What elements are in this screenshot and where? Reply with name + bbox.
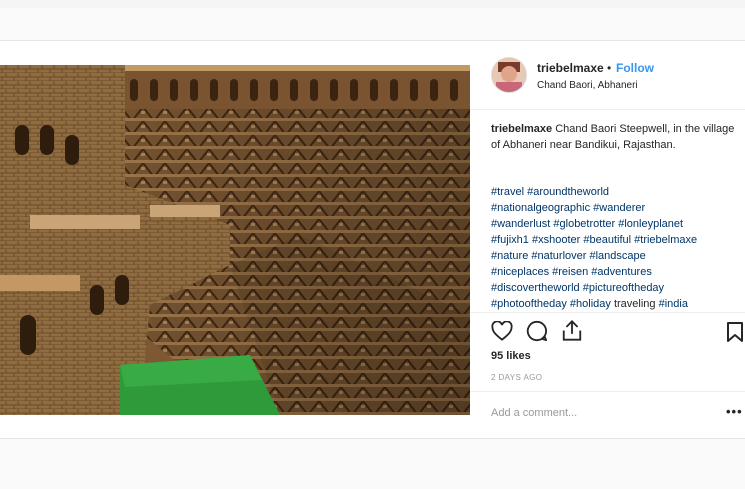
hashtag-link[interactable]: #beautiful <box>583 234 631 246</box>
comment-divider <box>470 391 745 392</box>
post-timestamp[interactable]: 2 DAYS AGO <box>491 373 542 382</box>
post-caption: triebelmaxe Chand Baori Steepwell, in th… <box>491 121 737 153</box>
browser-top-strip <box>0 0 745 8</box>
hashtag-link[interactable]: #xshooter <box>532 234 580 246</box>
hashtag-link[interactable]: #niceplaces <box>491 266 549 278</box>
hashtag-link[interactable]: #holiday <box>570 298 611 310</box>
hashtag-link[interactable]: #adventures <box>591 266 652 278</box>
hashtag-line: #nationalgeographic #wanderer <box>491 200 741 216</box>
hashtag-line: #photooftheday #holiday traveling #india <box>491 296 741 312</box>
post-card: triebelmaxe • Follow Chand Baori, Abhane… <box>0 41 745 439</box>
actions-divider <box>470 312 745 313</box>
hashtag-line: #fujixh1 #xshooter #beautiful #triebelma… <box>491 232 741 248</box>
comment-input[interactable]: Add a comment... <box>491 407 577 419</box>
comment-bubble-icon[interactable] <box>526 320 548 347</box>
username-link[interactable]: triebelmaxe <box>537 61 604 75</box>
hashtag-line: #travel #aroundtheworld <box>491 184 741 200</box>
hashtag-line: #nature #naturlover #landscape <box>491 248 741 264</box>
separator-dot: • <box>607 61 612 75</box>
share-icon[interactable] <box>561 319 583 347</box>
hashtag-line: #niceplaces #reisen #adventures <box>491 264 741 280</box>
likes-count[interactable]: 95 likes <box>491 350 531 362</box>
heart-icon[interactable] <box>491 320 513 346</box>
hashtag-link[interactable]: #reisen <box>552 266 588 278</box>
hashtag-link[interactable]: #wanderer <box>593 202 645 214</box>
avatar[interactable] <box>491 57 527 93</box>
avatar-image-icon <box>492 58 526 92</box>
hashtag-link[interactable]: #india <box>659 298 688 310</box>
caption-username-link[interactable]: triebelmaxe <box>491 123 552 135</box>
hashtag-link[interactable]: #triebelmaxe <box>634 234 697 246</box>
hashtag-list: #travel #aroundtheworld #nationalgeograph… <box>491 184 741 312</box>
bookmark-icon[interactable] <box>726 321 744 348</box>
caption-word: traveling <box>610 298 659 310</box>
hashtag-link[interactable]: #fujixh1 <box>491 234 529 246</box>
location-link[interactable]: Chand Baori, Abhaneri <box>537 80 638 91</box>
hashtag-link[interactable]: #naturlover <box>531 250 586 262</box>
hashtag-link[interactable]: #discovertheworld <box>491 282 580 294</box>
post-header: triebelmaxe • Follow Chand Baori, Abhane… <box>470 41 745 110</box>
hashtag-link[interactable]: #nature <box>491 250 528 262</box>
follow-button[interactable]: Follow <box>616 61 654 75</box>
hashtag-line: #discovertheworld #pictureoftheday <box>491 280 741 296</box>
hashtag-link[interactable]: #aroundtheworld <box>527 186 609 198</box>
hashtag-link[interactable]: #lonleyplanet <box>618 218 683 230</box>
hashtag-link[interactable]: #wanderlust <box>491 218 550 230</box>
hashtag-link[interactable]: #nationalgeographic <box>491 202 590 214</box>
hashtag-link[interactable]: #travel <box>491 186 524 198</box>
hashtag-line: #wanderlust #globetrotter #lonleyplanet <box>491 216 741 232</box>
hashtag-link[interactable]: #photooftheday <box>491 298 567 310</box>
hashtag-link[interactable]: #globetrotter <box>553 218 615 230</box>
more-options-icon[interactable]: ••• <box>726 404 743 419</box>
post-sidebar: triebelmaxe • Follow Chand Baori, Abhane… <box>470 41 745 438</box>
hashtag-link[interactable]: #landscape <box>589 250 645 262</box>
stepwell-photo <box>0 65 470 415</box>
post-photo[interactable] <box>0 65 470 415</box>
hashtag-link[interactable]: #pictureoftheday <box>583 282 664 294</box>
